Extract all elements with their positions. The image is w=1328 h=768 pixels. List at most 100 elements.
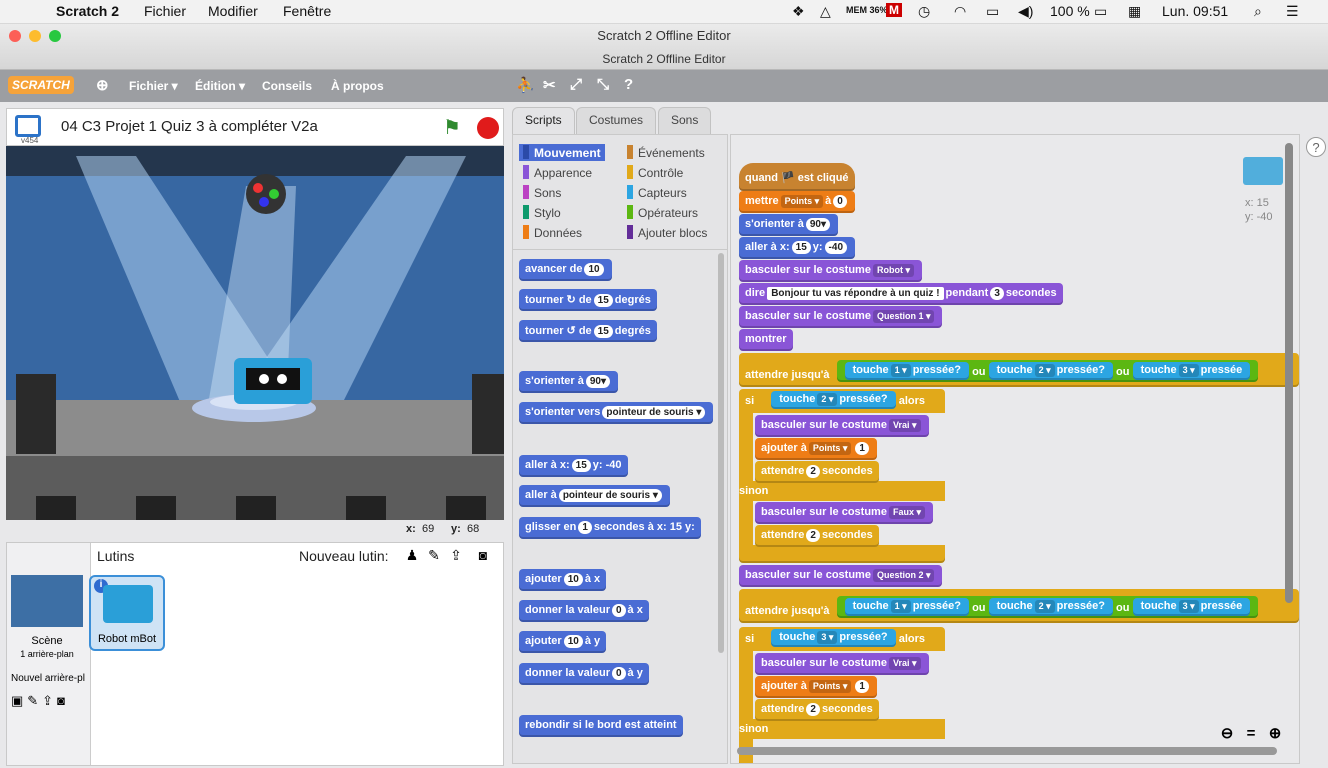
menu-apropos[interactable]: À propos [331,79,384,93]
menu-fichier[interactable]: Fichier [144,3,186,19]
project-title[interactable]: 04 C3 Projet 1 Quiz 3 à compléter V2a [61,118,318,135]
palette-block-8[interactable]: ajouter 10 à x [519,569,607,591]
or-operator-2[interactable]: touche 1 ▾ pressée? ou touche 2 ▾ pressée? o… [836,596,1259,618]
palette-divider [513,249,727,250]
costume-vrai-block[interactable]: basculer sur le costume Vrai ▾ [755,415,929,437]
palette-block-12[interactable]: rebondir si le bord est atteint [519,715,683,737]
script-hscrollbar[interactable] [737,747,1277,755]
costume-vrai-block-2[interactable]: basculer sur le costume Vrai ▾ [755,653,929,675]
scratch-logo[interactable]: SCRATCH [8,76,74,94]
tab-sons[interactable]: Sons [658,107,712,135]
menu-modifier[interactable]: Modifier [208,3,258,19]
tab-costumes[interactable]: Costumes [576,107,657,135]
wifi-icon[interactable]: ◠ [954,3,966,20]
dropbox-icon[interactable]: ❖ [792,3,805,20]
fullscreen-icon[interactable] [15,115,41,137]
sprite-robot-mbot[interactable]: i Robot mBot [89,575,165,651]
y-label: y: [451,523,461,535]
green-flag-icon[interactable]: ⚑ [443,115,461,140]
search-icon[interactable]: ⌕ [1254,3,1262,20]
shrink-icon[interactable]: ⤡ [597,76,609,93]
cat-stylo[interactable]: Stylo [519,204,565,221]
gmail-icon[interactable]: M [886,3,902,17]
palette-block-7[interactable]: glisser en 1 secondes à x: 15 y: [519,517,701,539]
zoom-reset-icon[interactable]: = [1241,723,1261,743]
palette-block-4[interactable]: s'orienter vers pointeur de souris ▾ [519,402,714,424]
costume-q1-block[interactable]: basculer sur le costume Question 1 ▾ [739,306,943,328]
change-points-block[interactable]: ajouter à Points ▾ 1 [755,438,877,460]
palette-block-1[interactable]: tourner ↻ de 15 degrés [519,289,657,311]
backdrop-tools-icon[interactable]: ▣✎⇪◙ [11,693,69,709]
notification-icon[interactable]: ☰ [1286,3,1299,20]
menu-edition[interactable]: Édition ▾ [195,79,245,93]
costume-robot-block[interactable]: basculer sur le costume Robot ▾ [739,260,922,282]
cat-mouvement[interactable]: Mouvement [519,144,605,161]
globe-icon[interactable]: ⊕ [96,76,109,94]
wait-2s-block-b[interactable]: attendre 2 secondes [755,525,879,547]
point-direction-block[interactable]: s'orienter à 90▾ [739,214,839,236]
set-points-block[interactable]: mettre Points ▾ à 0 [739,191,855,213]
cat-sons[interactable]: Sons [519,184,565,201]
stage-canvas[interactable] [6,146,504,520]
cat-controle[interactable]: Contrôle [623,164,687,181]
airplay-icon[interactable]: ▭ [986,3,999,20]
keyboard-icon[interactable]: ▦ [1128,3,1141,20]
menu-conseils[interactable]: Conseils [262,79,312,93]
change-points-block-2[interactable]: ajouter à Points ▾ 1 [755,676,877,698]
cat-apparence[interactable]: Apparence [519,164,596,181]
palette-block-0[interactable]: avancer de 10 [519,259,612,281]
zoom-out-icon[interactable]: ⊖ [1217,723,1237,743]
app-menu[interactable]: Scratch 2 [56,3,119,19]
wait-2s-block-2[interactable]: attendre 2 secondes [755,699,879,721]
upload-sprite-icon[interactable]: ⇪ [447,546,465,564]
palette-block-3[interactable]: s'orienter à 90▾ [519,371,619,393]
palette-block-9[interactable]: donner la valeur 0 à x [519,600,649,622]
help-side-icon[interactable]: ? [1306,137,1326,157]
duplicate-icon[interactable]: ⛹ [516,76,535,94]
cat-ajouter-blocs[interactable]: Ajouter blocs [623,224,711,241]
battery-icon[interactable]: ▭ [1094,3,1107,20]
delete-icon[interactable]: ✂ [543,76,556,94]
say-block[interactable]: dire Bonjour tu vas répondre à un quiz ! p… [739,283,1063,305]
volume-icon[interactable]: ◀) [1018,3,1033,20]
or-operator-1[interactable]: touche 1 ▾ pressée? ou touche 2 ▾ pressée? o… [836,360,1259,382]
key-pressed-2[interactable]: touche 3 ▾ pressée? [771,629,896,647]
clock[interactable]: Lun. 09:51 [1162,3,1228,19]
camera-icon[interactable]: ◙ [473,546,493,564]
cat-operateurs[interactable]: Opérateurs [623,204,702,221]
grow-icon[interactable]: ⤢ [570,76,582,93]
hat-green-flag[interactable]: quand 🏴 est cliqué [739,163,855,191]
sprite-library-icon[interactable]: ♟ [403,546,421,564]
cat-evenements[interactable]: Événements [623,144,709,161]
cat-donnees[interactable]: Données [519,224,586,241]
memory-indicator[interactable]: MEM 36% [846,5,888,15]
goto-xy-block[interactable]: aller à x: 15 y: -40 [739,237,855,259]
zoom-in-icon[interactable]: ⊕ [1265,723,1285,743]
key-pressed-1[interactable]: touche 2 ▾ pressée? [771,391,896,409]
script-area[interactable]: x: 15 y: -40 quand 🏴 est cliqué mettre Po… [730,134,1300,764]
palette-block-2[interactable]: tourner ↺ de 15 degrés [519,320,657,342]
mouse-x: 69 [422,523,435,535]
wait-until-block-1[interactable]: attendre jusqu'à touche 1 ▾ pressée? ou to… [739,353,1299,387]
palette-block-5[interactable]: aller à x: 15 y: -40 [519,455,628,477]
show-block[interactable]: montrer [739,329,793,351]
menu-fichier-scratch[interactable]: Fichier ▾ [129,79,178,93]
stop-icon[interactable] [477,117,499,139]
palette-block-10[interactable]: ajouter 10 à y [519,631,607,653]
costume-faux-block[interactable]: basculer sur le costume Faux ▾ [755,502,933,524]
timemachine-icon[interactable]: ◷ [918,3,930,20]
wait-until-block-2[interactable]: attendre jusqu'à touche 1 ▾ pressée? ou to… [739,589,1299,623]
palette-block-11[interactable]: donner la valeur 0 à y [519,663,649,685]
costume-q2-block[interactable]: basculer sur le costume Question 2 ▾ [739,565,943,587]
wait-2s-block[interactable]: attendre 2 secondes [755,461,879,483]
help-icon[interactable]: ? [624,76,633,93]
drive-icon[interactable]: △ [820,3,831,20]
palette-block-6[interactable]: aller à pointeur de souris ▾ [519,485,670,507]
script-vscrollbar[interactable] [1285,143,1293,603]
palette-scrollbar[interactable] [718,253,724,653]
menu-fenetre[interactable]: Fenêtre [283,3,331,19]
scene-thumbnail[interactable] [11,575,83,627]
paint-sprite-icon[interactable]: ✎ [425,546,443,564]
cat-capteurs[interactable]: Capteurs [623,184,691,201]
tab-scripts[interactable]: Scripts [512,107,575,135]
